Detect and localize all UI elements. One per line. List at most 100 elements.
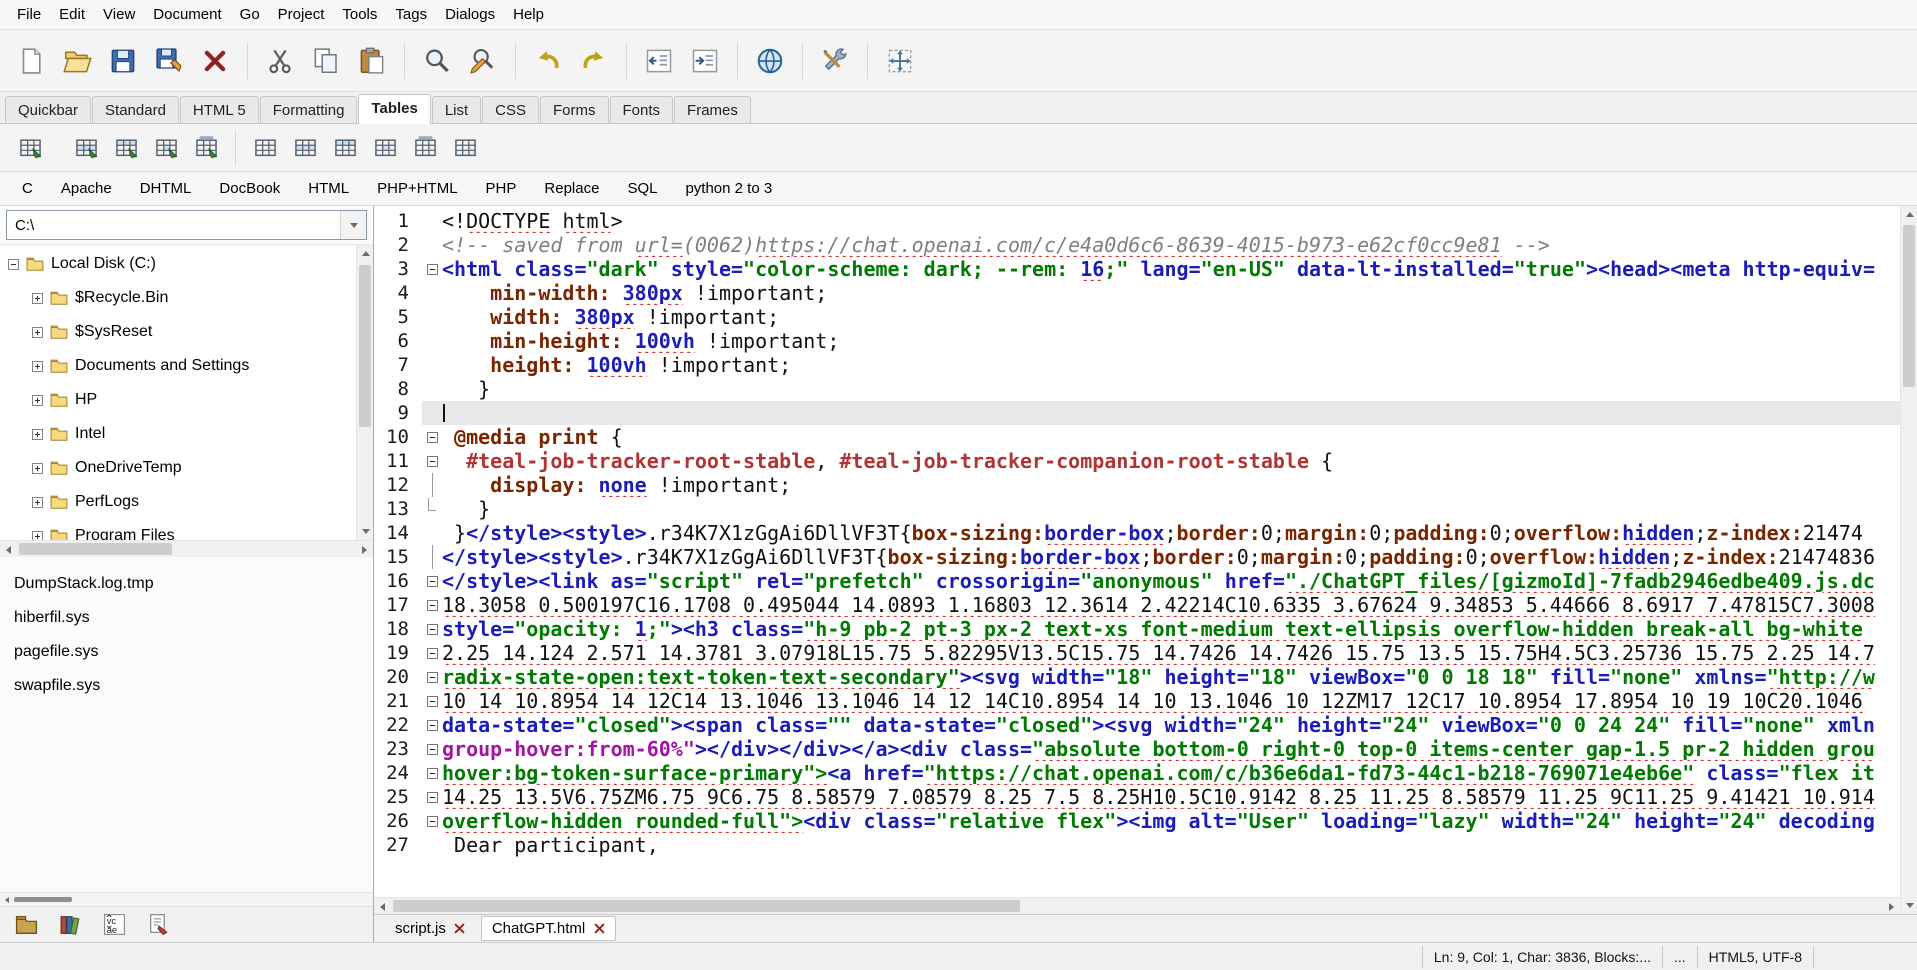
scroll-right-button[interactable] bbox=[1883, 898, 1900, 915]
fold-minus-icon[interactable] bbox=[427, 816, 438, 827]
scroll-up-button[interactable] bbox=[1901, 206, 1917, 223]
editor-line-text[interactable]: width: 380px !important; bbox=[442, 305, 1900, 329]
lang-php[interactable]: PHP bbox=[472, 175, 531, 202]
fold-minus-icon[interactable] bbox=[427, 792, 438, 803]
paste-button[interactable] bbox=[349, 38, 395, 84]
editor-vertical-scrollbar[interactable] bbox=[1900, 206, 1917, 914]
editor-line-text[interactable]: min-height: 100vh !important; bbox=[442, 329, 1900, 353]
fold-minus-icon[interactable] bbox=[427, 696, 438, 707]
cut-button[interactable] bbox=[257, 38, 303, 84]
scroll-down-button[interactable] bbox=[357, 523, 373, 540]
bookmarks-tab-button[interactable] bbox=[52, 910, 88, 940]
editor-line-text[interactable]: #teal-job-tracker-root-stable, #teal-job… bbox=[442, 449, 1900, 473]
fold-minus-icon[interactable] bbox=[427, 648, 438, 659]
tab-tables[interactable]: Tables bbox=[358, 94, 430, 124]
new-document-button[interactable] bbox=[8, 38, 54, 84]
fold-toggle[interactable] bbox=[422, 257, 442, 281]
table-data-wizard-button[interactable] bbox=[146, 128, 186, 168]
fold-toggle[interactable] bbox=[422, 449, 442, 473]
tree-expander-plus-icon[interactable] bbox=[32, 361, 43, 372]
scroll-up-button[interactable] bbox=[357, 245, 373, 262]
tree-item-recycle-bin[interactable]: $Recycle.Bin bbox=[0, 281, 356, 315]
path-combobox[interactable]: C:\ bbox=[6, 210, 367, 240]
fold-minus-icon[interactable] bbox=[427, 744, 438, 755]
fullscreen-button[interactable] bbox=[877, 38, 923, 84]
tab-frames[interactable]: Frames bbox=[674, 96, 751, 123]
menu-document[interactable]: Document bbox=[144, 2, 230, 27]
scrollbar-track[interactable] bbox=[391, 898, 1883, 914]
fold-minus-icon[interactable] bbox=[427, 624, 438, 635]
tree-expander-plus-icon[interactable] bbox=[32, 395, 43, 406]
editor-line-text[interactable]: overflow-hidden rounded-full"><div class… bbox=[442, 809, 1900, 833]
fold-toggle[interactable] bbox=[422, 641, 442, 665]
table-row-wizard-button[interactable] bbox=[66, 128, 106, 168]
editor-text-area[interactable]: 1<!DOCTYPE html>2<!-- saved from url=(00… bbox=[374, 206, 1900, 897]
lang-html[interactable]: HTML bbox=[294, 175, 363, 202]
editor-line-text[interactable]: } bbox=[442, 377, 1900, 401]
preferences-button[interactable] bbox=[812, 38, 858, 84]
menu-go[interactable]: Go bbox=[231, 2, 269, 27]
editor-line-text[interactable]: @media print { bbox=[442, 425, 1900, 449]
tree-expander-plus-icon[interactable] bbox=[32, 293, 43, 304]
close-file-button[interactable] bbox=[192, 38, 238, 84]
lang-php-html[interactable]: PHP+HTML bbox=[363, 175, 471, 202]
combobox-dropdown-button[interactable] bbox=[340, 211, 366, 239]
scrollbar-track[interactable] bbox=[1901, 223, 1917, 897]
editor-line-text[interactable]: Dear participant, bbox=[442, 833, 1900, 857]
scroll-left-button[interactable] bbox=[0, 541, 17, 558]
table-button[interactable] bbox=[245, 128, 285, 168]
tab-list[interactable]: List bbox=[432, 96, 481, 123]
tree-item-local-disk-c[interactable]: Local Disk (C:) bbox=[0, 247, 356, 281]
tab-html-5[interactable]: HTML 5 bbox=[180, 96, 259, 123]
tree-expander-plus-icon[interactable] bbox=[32, 429, 43, 440]
fold-toggle[interactable] bbox=[422, 785, 442, 809]
file-item-pagefile-sys[interactable]: pagefile.sys bbox=[0, 635, 373, 669]
lang-dhtml[interactable]: DHTML bbox=[126, 175, 206, 202]
menu-project[interactable]: Project bbox=[269, 2, 334, 27]
tab-quickbar[interactable]: Quickbar bbox=[5, 96, 91, 123]
editor-line-text[interactable]: 14.25 13.5V6.75ZM6.75 9C6.75 8.58579 7.0… bbox=[442, 785, 1900, 809]
table-head-button[interactable] bbox=[325, 128, 365, 168]
scroll-left-button[interactable] bbox=[374, 898, 391, 915]
find-button[interactable] bbox=[414, 38, 460, 84]
menu-tools[interactable]: Tools bbox=[333, 2, 386, 27]
tree-horizontal-scrollbar[interactable] bbox=[0, 540, 373, 557]
document-tab-script-js[interactable]: script.js bbox=[384, 916, 477, 941]
copy-button[interactable] bbox=[303, 38, 349, 84]
editor-line-text[interactable]: <!-- saved from url=(0062)https://chat.o… bbox=[442, 233, 1900, 257]
tab-fonts[interactable]: Fonts bbox=[610, 96, 674, 123]
editor-line-text[interactable]: radix-state-open:text-token-text-seconda… bbox=[442, 665, 1900, 689]
find-replace-button[interactable] bbox=[460, 38, 506, 84]
fold-minus-icon[interactable] bbox=[427, 768, 438, 779]
editor-line-text[interactable]: height: 100vh !important; bbox=[442, 353, 1900, 377]
table-data-button[interactable] bbox=[365, 128, 405, 168]
editor-line-text[interactable]: <html class="dark" style="color-scheme: … bbox=[442, 257, 1900, 281]
editor-line-text[interactable]: 2.25 14.124 2.571 14.3781 3.07918L15.75 … bbox=[442, 641, 1900, 665]
tree-expander-plus-icon[interactable] bbox=[32, 327, 43, 338]
fold-minus-icon[interactable] bbox=[427, 720, 438, 731]
editor-line-text[interactable]: style="opacity: 1;"><h3 class="h-9 pb-2 … bbox=[442, 617, 1900, 641]
scroll-right-button[interactable] bbox=[356, 541, 373, 558]
scrollbar-track[interactable] bbox=[357, 262, 373, 523]
tree-expander-plus-icon[interactable] bbox=[32, 531, 43, 541]
lang-python-2-to-3[interactable]: python 2 to 3 bbox=[671, 175, 786, 202]
editor-line-text[interactable]: display: none !important; bbox=[442, 473, 1900, 497]
scrollbar-track[interactable] bbox=[17, 541, 356, 557]
tab-forms[interactable]: Forms bbox=[540, 96, 609, 123]
menu-file[interactable]: File bbox=[8, 2, 50, 27]
editor-line-text[interactable] bbox=[442, 401, 1900, 425]
lang-replace[interactable]: Replace bbox=[530, 175, 613, 202]
editor-line-text[interactable]: }</style><style>.r34K7X1zGgAi6DllVF3T{bo… bbox=[442, 521, 1900, 545]
undo-button[interactable] bbox=[525, 38, 571, 84]
indent-button[interactable] bbox=[682, 38, 728, 84]
table-caption-button[interactable] bbox=[405, 128, 445, 168]
tree-item-onedrivetemp[interactable]: OneDriveTemp bbox=[0, 451, 356, 485]
document-tab-chatgpt-html[interactable]: ChatGPT.html bbox=[481, 916, 616, 941]
table-head-wizard-button[interactable] bbox=[106, 128, 146, 168]
lang-sql[interactable]: SQL bbox=[613, 175, 671, 202]
browser-preview-button[interactable] bbox=[747, 38, 793, 84]
save-file-button[interactable] bbox=[100, 38, 146, 84]
tree-expander-plus-icon[interactable] bbox=[32, 497, 43, 508]
fold-toggle[interactable] bbox=[422, 425, 442, 449]
snippets-tab-button[interactable] bbox=[140, 910, 176, 940]
